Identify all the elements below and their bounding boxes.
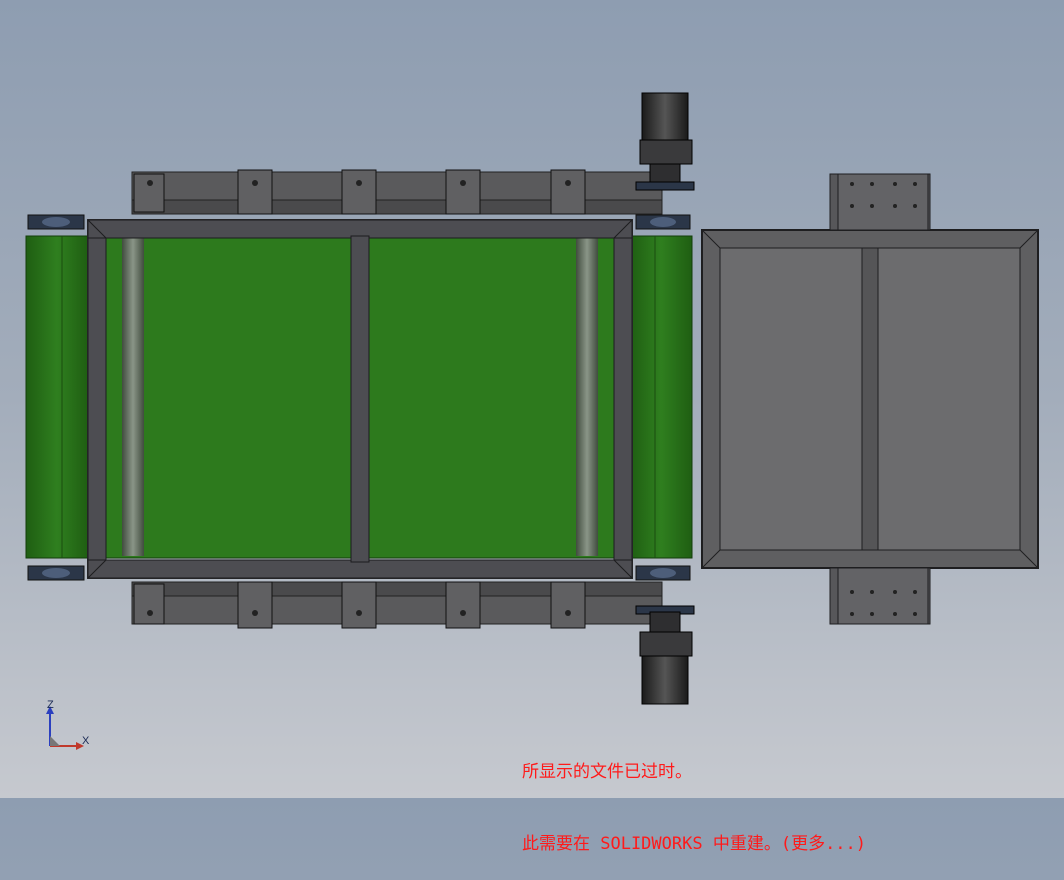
left-pulley-top bbox=[27, 214, 85, 230]
notice-more-link[interactable]: (更多...) bbox=[781, 834, 866, 854]
left-pulley-bottom bbox=[27, 565, 85, 581]
side-housing bbox=[701, 229, 1039, 569]
x-axis-label: X bbox=[82, 735, 90, 747]
cad-model[interactable] bbox=[0, 0, 1064, 798]
top-side-rail bbox=[131, 169, 663, 215]
mount-plate-top bbox=[829, 173, 931, 231]
bottom-side-rail bbox=[131, 581, 663, 629]
reference-triad: Z X bbox=[38, 696, 98, 756]
rebuild-notice: 所显示的文件已过时。 此需要在 SOLIDWORKS 中重建。(更多...) bbox=[522, 712, 866, 880]
right-pulley-top bbox=[635, 214, 691, 230]
notice-line-1: 所显示的文件已过时。 bbox=[522, 762, 692, 782]
right-pulley-bottom bbox=[635, 565, 691, 581]
notice-line-2-text: 此需要在 SOLIDWORKS 中重建。 bbox=[522, 834, 781, 854]
mount-plate-bottom bbox=[829, 567, 931, 625]
graphics-viewport[interactable] bbox=[0, 0, 1064, 798]
z-axis-label: Z bbox=[47, 699, 54, 711]
notice-line-2: 此需要在 SOLIDWORKS 中重建。(更多...) bbox=[522, 832, 866, 856]
